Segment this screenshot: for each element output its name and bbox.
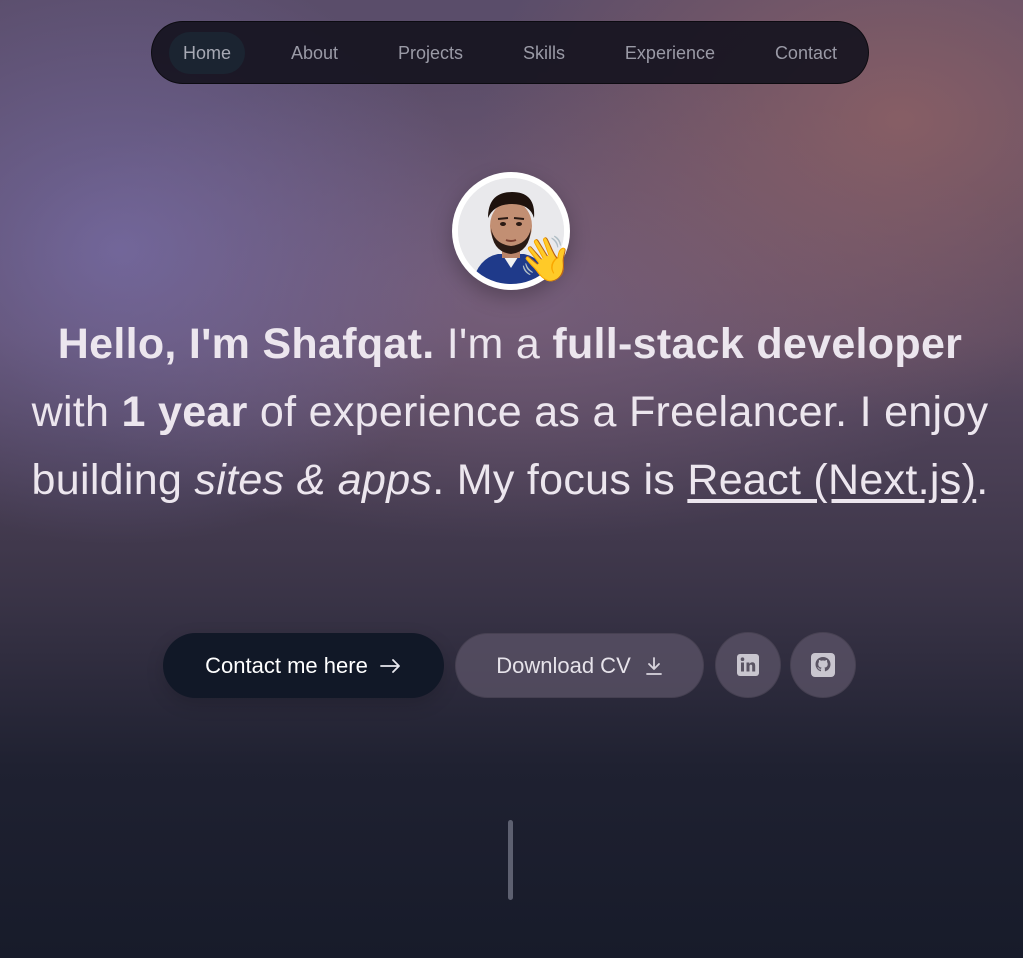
nav-item-experience[interactable]: Experience	[611, 32, 729, 74]
nav-item-about[interactable]: About	[277, 32, 352, 74]
contact-button-label: Contact me here	[205, 652, 368, 678]
main-nav: Home About Projects Skills Experience Co…	[151, 21, 869, 84]
nav-item-skills[interactable]: Skills	[509, 32, 579, 74]
sites-apps-text: sites & apps	[194, 456, 433, 504]
focus-text: React (Next.js)	[687, 456, 977, 504]
hero-headline: Hello, I'm Shafqat. I'm a full-stack dev…	[20, 310, 1000, 514]
contact-button[interactable]: Contact me here	[163, 633, 444, 698]
scroll-indicator	[508, 820, 513, 900]
focus-prefix-text: . My focus is	[432, 456, 676, 504]
end-text: .	[976, 456, 989, 504]
download-icon	[645, 656, 663, 676]
im-a-text: I'm a	[446, 320, 541, 368]
wave-emoji: 👋	[518, 235, 573, 284]
download-cv-button[interactable]: Download CV	[455, 633, 704, 698]
greeting-text: Hello, I'm Shafqat.	[57, 320, 435, 368]
github-button[interactable]	[790, 632, 856, 698]
with-text: with	[31, 388, 110, 436]
experience-text: 1 year	[121, 388, 248, 436]
nav-item-projects[interactable]: Projects	[384, 32, 477, 74]
arrow-right-icon	[379, 658, 402, 674]
linkedin-button[interactable]	[715, 632, 781, 698]
nav-item-home[interactable]: Home	[169, 31, 246, 74]
linkedin-icon	[737, 654, 759, 676]
role-text: full-stack developer	[552, 320, 963, 368]
github-icon	[811, 653, 835, 677]
nav-item-contact[interactable]: Contact	[761, 32, 851, 74]
download-cv-label: Download CV	[496, 652, 631, 678]
